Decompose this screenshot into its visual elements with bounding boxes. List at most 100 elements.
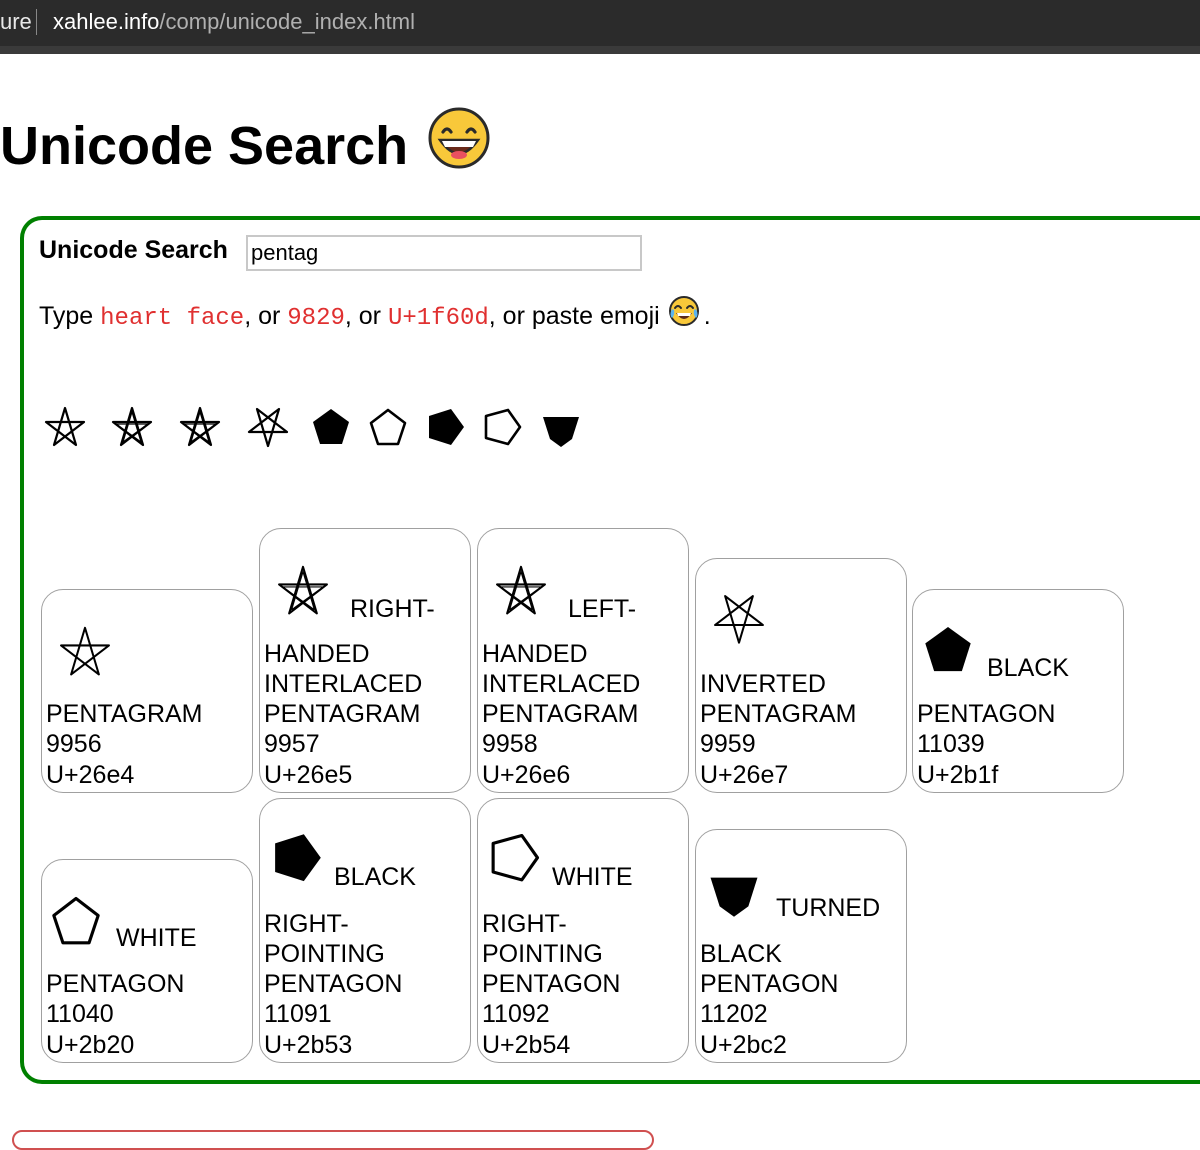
card-name-line: INTERLACED — [264, 669, 423, 698]
card-name-line: PENTAGRAM — [264, 700, 421, 729]
card-decimal: 11039 — [917, 730, 985, 759]
left-handed-interlaced-pentagram-icon[interactable] — [179, 405, 221, 451]
white-pentagon-icon — [52, 896, 100, 945]
card-name-first: BLACK — [987, 654, 1069, 682]
card-decimal: 9956 — [46, 730, 102, 759]
card-codepoint: U+26e7 — [700, 760, 789, 789]
card-text: RIGHT- POINTING PENTAGON 11091 U+2b53 — [264, 909, 402, 1060]
turned-black-pentagon-icon[interactable] — [540, 405, 582, 451]
left-handed-interlaced-pentagram-icon — [496, 565, 546, 615]
white-right-pointing-pentagon-icon — [491, 833, 540, 882]
pentagram-icon — [60, 626, 110, 676]
card-text: HANDED INTERLACED PENTAGRAM 9957 U+26e5 — [264, 639, 422, 790]
card-decimal: 9958 — [482, 730, 538, 759]
hint-or-2: , or — [344, 302, 381, 331]
right-handed-interlaced-pentagram-icon[interactable] — [111, 405, 153, 451]
card-decimal: 11092 — [482, 1000, 550, 1029]
card-codepoint: U+26e4 — [46, 760, 135, 789]
card-name-first: LEFT- — [568, 595, 637, 623]
result-card[interactable]: INVERTED PENTAGRAM 9959 U+26e7 — [695, 558, 907, 793]
card-name-line: BLACK — [700, 939, 782, 968]
black-right-pointing-pentagon-icon[interactable] — [424, 405, 466, 451]
card-codepoint: U+26e5 — [264, 760, 353, 789]
card-name-first: WHITE — [552, 863, 633, 891]
card-decimal: 11202 — [700, 1000, 768, 1029]
card-name-line: POINTING — [482, 939, 603, 968]
card-name-line: PENTAGON — [264, 970, 403, 999]
turned-black-pentagon-icon — [710, 877, 758, 917]
hint-example-codepoint: U+1f60d — [387, 305, 489, 333]
card-name-line: HANDED — [264, 639, 370, 668]
card-decimal: 9957 — [264, 730, 320, 759]
card-name-line: INVERTED — [700, 669, 826, 698]
white-pentagon-icon[interactable] — [367, 405, 409, 451]
result-card[interactable]: PENTAGRAM 9956 U+26e4 — [41, 589, 253, 793]
result-card[interactable]: WHITE RIGHT- POINTING PENTAGON 11092 U+2… — [477, 798, 689, 1063]
result-card[interactable]: WHITE PENTAGON 11040 U+2b20 — [41, 859, 253, 1063]
card-decimal: 11091 — [264, 1000, 332, 1029]
black-pentagon-icon[interactable] — [310, 405, 352, 451]
browser-address-bar[interactable]: ure xahlee.info/comp/unicode_index.html — [0, 0, 1200, 54]
card-decimal: 11040 — [46, 1000, 114, 1029]
hint-type: Type — [39, 302, 94, 331]
url-path: /comp/unicode_index.html — [159, 9, 416, 34]
card-text: BLACK PENTAGON 11202 U+2bc2 — [700, 939, 838, 1060]
card-decimal: 9959 — [700, 730, 756, 759]
hint-or-1: , or — [244, 302, 281, 331]
card-name-line: PENTAGRAM — [46, 700, 203, 729]
inverted-pentagram-icon — [714, 595, 764, 644]
card-text: RIGHT- POINTING PENTAGON 11092 U+2b54 — [482, 909, 620, 1060]
hint-end: . — [703, 302, 711, 331]
url-host: xahlee.info — [53, 9, 160, 34]
card-name-line: RIGHT- — [264, 909, 349, 938]
card-name-line: PENTAGON — [700, 970, 839, 999]
card-name-line: RIGHT- — [482, 909, 567, 938]
url-text[interactable]: xahlee.info/comp/unicode_index.html — [53, 9, 415, 35]
page-title-text: Unicode Search — [0, 116, 409, 176]
pentagram-icon[interactable] — [44, 405, 86, 451]
card-name-line: PENTAGRAM — [482, 700, 639, 729]
card-name-first: RIGHT- — [350, 595, 435, 623]
result-glyph-row — [0, 405, 700, 465]
card-name-line: PENTAGON — [917, 700, 1056, 729]
next-section-box — [12, 1130, 654, 1150]
white-right-pointing-pentagon-icon[interactable] — [481, 405, 523, 451]
card-codepoint: U+2b53 — [264, 1030, 353, 1059]
card-name-first: TURNED — [776, 894, 881, 922]
search-input[interactable] — [246, 235, 642, 271]
card-text: HANDED INTERLACED PENTAGRAM 9958 U+26e6 — [482, 639, 640, 790]
card-name-line: INTERLACED — [482, 669, 641, 698]
card-text: INVERTED PENTAGRAM 9959 U+26e7 — [700, 669, 857, 790]
page-title: Unicode Search — [0, 107, 490, 185]
tears-of-joy-icon — [668, 295, 700, 334]
card-name-line: HANDED — [482, 639, 588, 668]
card-name-line: PENTAGON — [482, 970, 621, 999]
right-handed-interlaced-pentagram-icon — [278, 565, 328, 615]
card-codepoint: U+2b20 — [46, 1030, 135, 1059]
card-text: PENTAGRAM 9956 U+26e4 — [46, 699, 203, 790]
result-card[interactable]: TURNED BLACK PENTAGON 11202 U+2bc2 — [695, 829, 907, 1063]
card-name-line: PENTAGON — [46, 970, 185, 999]
search-hint: Type heart face, or 9829, or U+1f60d, or… — [39, 296, 711, 334]
card-name-line: PENTAGRAM — [700, 700, 857, 729]
inverted-pentagram-icon[interactable] — [247, 405, 289, 451]
result-card[interactable]: BLACK PENTAGON 11039 U+2b1f — [912, 589, 1124, 793]
card-codepoint: U+2b1f — [917, 760, 999, 789]
search-label: Unicode Search — [39, 236, 228, 264]
address-separator — [36, 9, 37, 35]
card-name-first: WHITE — [116, 924, 197, 952]
card-text: PENTAGON 11039 U+2b1f — [917, 699, 1055, 790]
card-text: PENTAGON 11040 U+2b20 — [46, 969, 184, 1060]
result-card[interactable]: BLACK RIGHT- POINTING PENTAGON 11091 U+2… — [259, 798, 471, 1063]
card-codepoint: U+2bc2 — [700, 1030, 787, 1059]
result-card[interactable]: RIGHT- HANDED INTERLACED PENTAGRAM 9957 … — [259, 528, 471, 793]
hint-tail: , or paste emoji — [488, 302, 660, 331]
card-name-line: POINTING — [264, 939, 385, 968]
result-card[interactable]: LEFT- HANDED INTERLACED PENTAGRAM 9958 U… — [477, 528, 689, 793]
address-bar-bottom-strip — [0, 46, 1200, 54]
black-pentagon-icon — [925, 627, 971, 672]
grinning-face-icon — [428, 107, 490, 185]
card-codepoint: U+26e6 — [482, 760, 571, 789]
card-name-first: BLACK — [334, 863, 416, 891]
hint-example-name: heart face — [100, 305, 245, 333]
